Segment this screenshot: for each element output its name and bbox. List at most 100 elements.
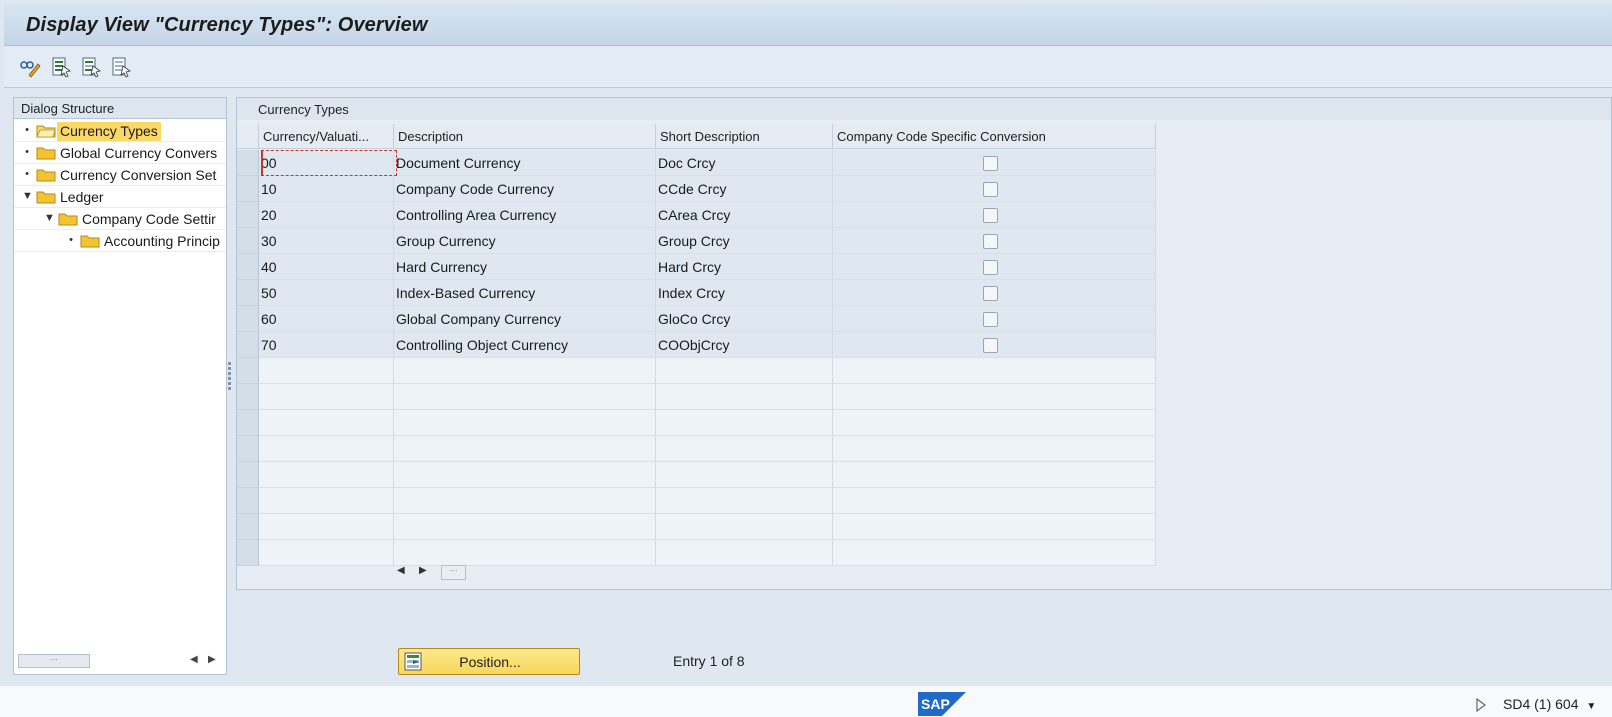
cell-currency-type[interactable]: 10 (259, 176, 394, 202)
row-selector[interactable] (237, 488, 259, 514)
tree-horizontal-scrollbar[interactable]: ⋯ ◀ ▶ (16, 652, 224, 670)
row-selector[interactable] (237, 436, 259, 462)
cell-company-code-specific[interactable] (833, 150, 1156, 176)
table-row[interactable]: 40 Hard Currency Hard Crcy (237, 254, 1176, 280)
tree-item-currency-conversion-settings[interactable]: • Currency Conversion Set (14, 164, 226, 186)
select-all-rows-button[interactable] (237, 124, 259, 149)
column-header-currency-type[interactable]: Currency/Valuati... (259, 124, 394, 149)
table-horizontal-scrollbar[interactable]: ◀ ▶ ⋯ (397, 564, 467, 582)
cell-company-code-specific[interactable] (833, 202, 1156, 228)
table-row[interactable]: 30 Group Currency Group Crcy (237, 228, 1176, 254)
cell-short-description[interactable]: GloCo Crcy (656, 306, 833, 332)
cell-company-code-specific[interactable] (833, 228, 1156, 254)
select-all-icon[interactable] (50, 56, 72, 78)
scroll-left-icon[interactable]: ◀ (397, 565, 405, 576)
row-selector[interactable] (237, 410, 259, 436)
company-code-specific-checkbox[interactable] (983, 234, 998, 249)
cell-company-code-specific[interactable] (833, 280, 1156, 306)
table-row[interactable]: 10 Company Code Currency CCde Crcy (237, 176, 1176, 202)
expand-arrow-icon[interactable]: ▼ (44, 212, 55, 224)
empty-table-row[interactable] (237, 488, 1176, 514)
company-code-specific-checkbox[interactable] (983, 286, 998, 301)
table-row[interactable]: 60 Global Company Currency GloCo Crcy (237, 306, 1176, 332)
cell-description[interactable]: Global Company Currency (394, 306, 656, 332)
cell-description[interactable]: Group Currency (394, 228, 656, 254)
cell-description[interactable]: Document Currency (394, 150, 656, 176)
column-header-company-code-specific-conversion[interactable]: Company Code Specific Conversion (833, 124, 1156, 149)
row-selector[interactable] (237, 332, 259, 358)
cell-description[interactable]: Index-Based Currency (394, 280, 656, 306)
company-code-specific-checkbox[interactable] (983, 312, 998, 327)
row-selector[interactable] (237, 514, 259, 540)
row-selector[interactable] (237, 540, 259, 566)
cell-currency-type[interactable]: 40 (259, 254, 394, 280)
company-code-specific-checkbox[interactable] (983, 182, 998, 197)
company-code-specific-checkbox[interactable] (983, 208, 998, 223)
cell-description[interactable]: Hard Currency (394, 254, 656, 280)
cell-currency-type[interactable]: 70 (259, 332, 394, 358)
cell-currency-type[interactable]: 30 (259, 228, 394, 254)
row-selector[interactable] (237, 228, 259, 254)
cell-currency-type[interactable]: 00 (259, 150, 394, 176)
tree-item-currency-types[interactable]: • Currency Types (14, 120, 226, 142)
row-selector[interactable] (237, 202, 259, 228)
scrollbar-thumb[interactable]: ⋯ (18, 654, 90, 668)
table-row[interactable]: 20 Controlling Area Currency CArea Crcy (237, 202, 1176, 228)
glasses-pencil-icon[interactable] (19, 56, 41, 78)
cell-company-code-specific[interactable] (833, 332, 1156, 358)
tree-item-global-currency-conversion[interactable]: • Global Currency Convers (14, 142, 226, 164)
cell-description[interactable]: Controlling Object Currency (394, 332, 656, 358)
column-header-short-description[interactable]: Short Description (656, 124, 833, 149)
panel-splitter[interactable] (227, 360, 233, 400)
cell-currency-type[interactable]: 50 (259, 280, 394, 306)
table-row[interactable]: 50 Index-Based Currency Index Crcy (237, 280, 1176, 306)
row-selector[interactable] (237, 384, 259, 410)
table-row[interactable]: 70 Controlling Object Currency COObjCrcy (237, 332, 1176, 358)
scroll-right-icon[interactable]: ▶ (419, 565, 427, 576)
cell-currency-type[interactable]: 20 (259, 202, 394, 228)
company-code-specific-checkbox[interactable] (983, 260, 998, 275)
scrollbar-thumb[interactable]: ⋯ (441, 565, 466, 580)
empty-table-row[interactable] (237, 436, 1176, 462)
deselect-all-icon[interactable] (110, 56, 132, 78)
cell-short-description[interactable]: Group Crcy (656, 228, 833, 254)
table-row[interactable]: 00 Document Currency Doc Crcy (237, 150, 1176, 176)
empty-table-row[interactable] (237, 410, 1176, 436)
scroll-right-icon[interactable]: ▶ (208, 654, 216, 665)
tree-item-company-code-settings[interactable]: ▼ Company Code Settir (14, 208, 226, 230)
cell-short-description[interactable]: CArea Crcy (656, 202, 833, 228)
cell-currency-type[interactable]: 60 (259, 306, 394, 332)
cell-company-code-specific[interactable] (833, 254, 1156, 280)
scroll-left-icon[interactable]: ◀ (190, 654, 198, 665)
company-code-specific-checkbox[interactable] (983, 338, 998, 353)
empty-table-row[interactable] (237, 514, 1176, 540)
cell-short-description[interactable]: Doc Crcy (656, 150, 833, 176)
system-info-expand-icon[interactable] (1476, 698, 1486, 712)
row-selector[interactable] (237, 150, 259, 176)
column-header-description[interactable]: Description (394, 124, 656, 149)
company-code-specific-checkbox[interactable] (983, 156, 998, 171)
cell-short-description[interactable]: Index Crcy (656, 280, 833, 306)
row-selector[interactable] (237, 306, 259, 332)
cell-short-description[interactable]: CCde Crcy (656, 176, 833, 202)
position-button[interactable]: Position... (398, 648, 580, 675)
cell-short-description[interactable]: COObjCrcy (656, 332, 833, 358)
cell-company-code-specific[interactable] (833, 306, 1156, 332)
cell-description[interactable]: Controlling Area Currency (394, 202, 656, 228)
row-selector[interactable] (237, 462, 259, 488)
expand-arrow-icon[interactable]: ▼ (22, 190, 33, 202)
cell-description[interactable]: Company Code Currency (394, 176, 656, 202)
row-selector[interactable] (237, 254, 259, 280)
dropdown-arrow-icon[interactable]: ▼ (1586, 701, 1596, 712)
empty-table-row[interactable] (237, 462, 1176, 488)
row-selector[interactable] (237, 176, 259, 202)
row-selector[interactable] (237, 358, 259, 384)
empty-table-row[interactable] (237, 384, 1176, 410)
select-block-icon[interactable] (80, 56, 102, 78)
row-selector[interactable] (237, 280, 259, 306)
system-info[interactable]: SD4 (1) 604 ▼ (1503, 696, 1596, 712)
empty-table-row[interactable] (237, 358, 1176, 384)
cell-company-code-specific[interactable] (833, 176, 1156, 202)
cell-short-description[interactable]: Hard Crcy (656, 254, 833, 280)
tree-item-accounting-principles[interactable]: • Accounting Princip (14, 230, 226, 252)
